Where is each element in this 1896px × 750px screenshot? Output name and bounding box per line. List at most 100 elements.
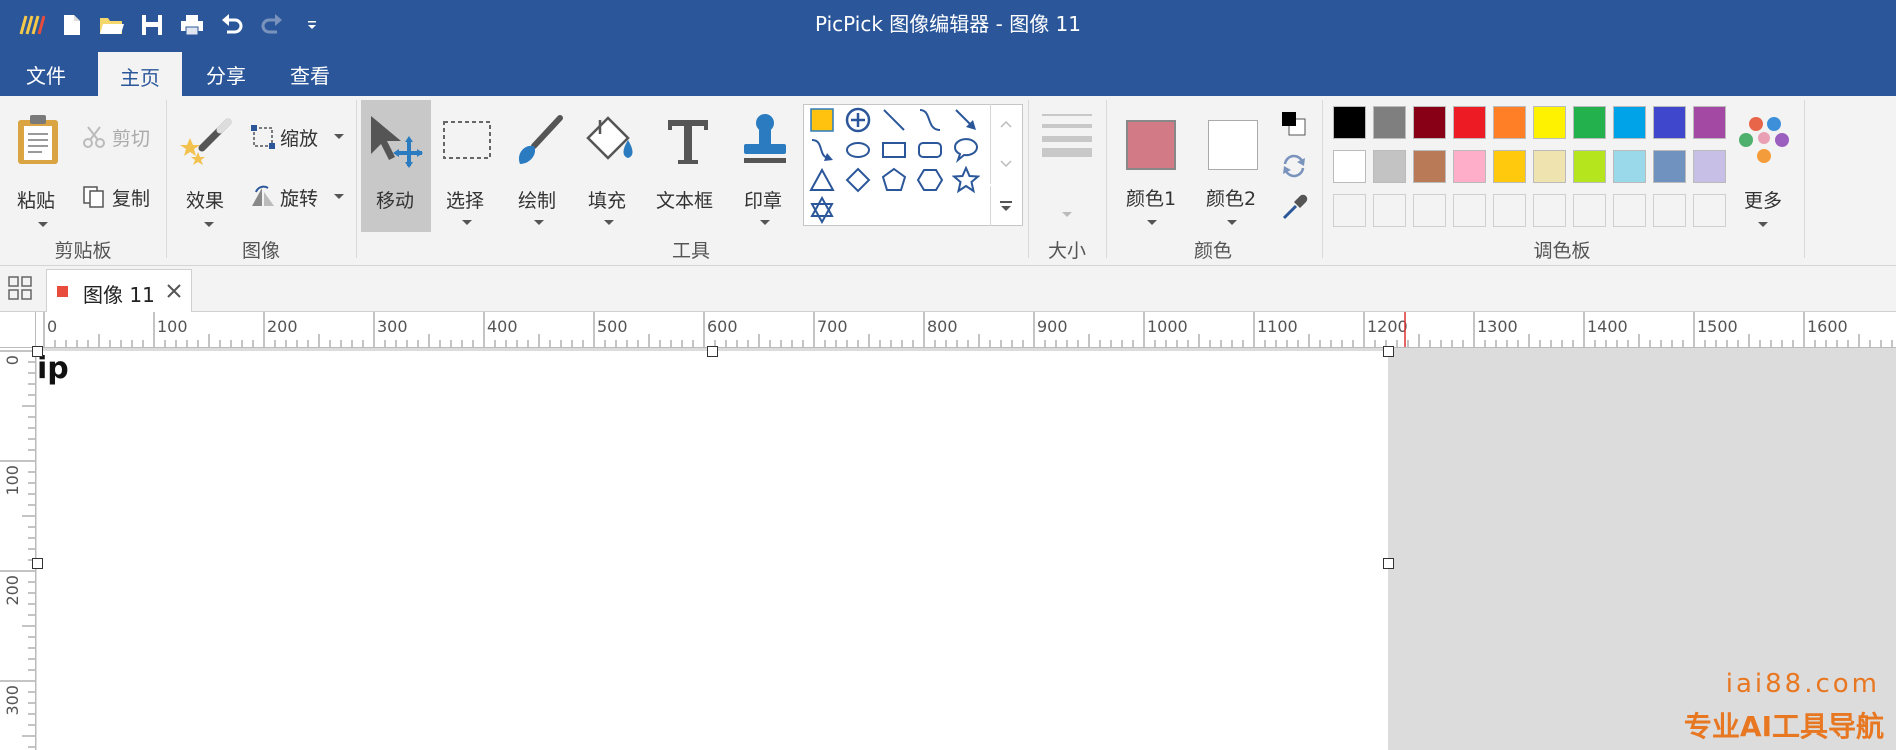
resize-handle-top-center[interactable] xyxy=(707,346,718,357)
ruler-label: 0 xyxy=(47,317,57,336)
palette-swatch[interactable] xyxy=(1533,150,1566,183)
copy-button[interactable]: 复制 xyxy=(82,182,162,212)
effects-button[interactable]: 效果 xyxy=(176,102,238,232)
paste-label: 粘贴 xyxy=(17,190,56,212)
palette-swatch-empty[interactable] xyxy=(1493,194,1526,227)
fill-tool-button[interactable]: 填充 xyxy=(576,100,640,232)
palette-swatch-empty[interactable] xyxy=(1573,194,1606,227)
document-tab-label: 图像 11 xyxy=(83,283,155,307)
palette-swatch[interactable] xyxy=(1413,150,1446,183)
palette-swatch[interactable] xyxy=(1693,106,1726,139)
palette-swatch[interactable] xyxy=(1373,106,1406,139)
palette-swatch-empty[interactable] xyxy=(1613,194,1646,227)
copy-icon xyxy=(83,186,104,208)
tab-view[interactable]: 查看 xyxy=(268,48,352,96)
stamp-tool-button[interactable]: 印章 xyxy=(732,100,796,232)
watermark-url: iai88.com xyxy=(1725,669,1880,699)
size-button[interactable] xyxy=(1036,112,1098,232)
palette-swatch-empty[interactable] xyxy=(1693,194,1726,227)
resize-handle-top-left[interactable] xyxy=(32,346,43,357)
gallery-scroll-up-icon[interactable] xyxy=(990,104,1020,144)
palette-swatch[interactable] xyxy=(1613,150,1646,183)
star-icon[interactable] xyxy=(948,165,984,195)
cut-label: 剪切 xyxy=(112,128,151,150)
palette-swatch[interactable] xyxy=(1453,106,1486,139)
ruler-label: 1200 xyxy=(1367,317,1408,336)
palette-swatch[interactable] xyxy=(1693,150,1726,183)
grid-view-icon[interactable] xyxy=(8,276,32,300)
draw-tool-button[interactable]: 绘制 xyxy=(506,100,570,232)
gallery-scroll-down-icon[interactable] xyxy=(990,144,1020,184)
eyedropper-icon[interactable] xyxy=(1280,194,1310,224)
group-separator xyxy=(1804,100,1805,258)
curve-icon[interactable] xyxy=(912,105,948,135)
tab-file[interactable]: 文件 xyxy=(0,48,92,96)
ruler-label: 200 xyxy=(3,575,22,606)
ellipse-icon[interactable] xyxy=(840,135,876,165)
textbox-tool-button[interactable]: 文本框 xyxy=(650,100,726,232)
resize-button[interactable]: 缩放 xyxy=(250,122,350,152)
palette-swatch[interactable] xyxy=(1653,106,1686,139)
palette-swatch[interactable] xyxy=(1493,106,1526,139)
cut-button[interactable]: 剪切 xyxy=(82,122,162,152)
speech-bubble-icon[interactable] xyxy=(948,135,984,165)
swap-colors-icon[interactable] xyxy=(1280,152,1310,182)
rectangle-icon[interactable] xyxy=(876,135,912,165)
palette-swatch[interactable] xyxy=(1373,150,1406,183)
palette-swatch-empty[interactable] xyxy=(1453,194,1486,227)
menu-bar: 文件 主页 分享 查看 xyxy=(0,48,1896,96)
palette-swatch[interactable] xyxy=(1533,106,1566,139)
resize-handle-middle-left[interactable] xyxy=(32,558,43,569)
palette-swatch-empty[interactable] xyxy=(1333,194,1366,227)
palette-swatch[interactable] xyxy=(1653,150,1686,183)
default-colors-icon[interactable] xyxy=(1280,110,1310,140)
palette-swatch-empty[interactable] xyxy=(1533,194,1566,227)
rectangle-select-icon[interactable] xyxy=(804,105,840,135)
diamond-icon[interactable] xyxy=(840,165,876,195)
palette-swatch-empty[interactable] xyxy=(1413,194,1446,227)
palette-swatch-empty[interactable] xyxy=(1653,194,1686,227)
more-colors-button[interactable]: 更多 xyxy=(1730,102,1796,232)
curved-arrow-icon[interactable] xyxy=(804,135,840,165)
ruler-label: 900 xyxy=(1037,317,1068,336)
ruler-label: 300 xyxy=(377,317,408,336)
resize-handle-middle-right[interactable] xyxy=(1383,558,1394,569)
resize-handle-top-right[interactable] xyxy=(1383,346,1394,357)
ruler-label: 400 xyxy=(487,317,518,336)
color2-dropdown-icon xyxy=(1227,220,1237,225)
line-icon[interactable] xyxy=(876,105,912,135)
star-of-david-icon[interactable] xyxy=(804,195,840,225)
arrow-icon[interactable] xyxy=(948,105,984,135)
palette-swatch[interactable] xyxy=(1333,106,1366,139)
palette-swatch[interactable] xyxy=(1613,106,1646,139)
rotate-button[interactable]: 旋转 xyxy=(250,182,350,212)
rounded-rect-icon[interactable] xyxy=(912,135,948,165)
tab-home[interactable]: 主页 xyxy=(98,52,182,96)
move-tool-button[interactable]: 移动 xyxy=(361,100,431,232)
hexagon-icon[interactable] xyxy=(912,165,948,195)
palette-group-label: 调色板 xyxy=(1533,240,1591,262)
palette-swatch[interactable] xyxy=(1453,150,1486,183)
paste-button[interactable]: 粘贴 xyxy=(10,102,70,232)
select-tool-button[interactable]: 选择 xyxy=(434,100,498,232)
pentagon-icon[interactable] xyxy=(876,165,912,195)
crosshair-icon[interactable] xyxy=(840,105,876,135)
palette-swatch-empty[interactable] xyxy=(1373,194,1406,227)
rotate-icon xyxy=(252,185,274,206)
size-dropdown-icon xyxy=(1062,212,1072,217)
document-tab[interactable]: 图像 11 xyxy=(46,269,192,312)
close-tab-icon[interactable] xyxy=(165,282,183,300)
color2-button[interactable]: 颜色2 xyxy=(1194,102,1270,232)
gallery-expand-icon[interactable] xyxy=(990,186,1020,226)
ruler-label: 700 xyxy=(817,317,848,336)
copy-label: 复制 xyxy=(112,188,151,210)
tab-share[interactable]: 分享 xyxy=(184,48,268,96)
palette-swatch[interactable] xyxy=(1333,150,1366,183)
color1-button[interactable]: 颜色1 xyxy=(1114,102,1190,232)
palette-swatch[interactable] xyxy=(1573,150,1606,183)
palette-swatch[interactable] xyxy=(1573,106,1606,139)
image-canvas[interactable]: ip xyxy=(37,351,1388,750)
palette-swatch[interactable] xyxy=(1493,150,1526,183)
palette-swatch[interactable] xyxy=(1413,106,1446,139)
triangle-icon[interactable] xyxy=(804,165,840,195)
